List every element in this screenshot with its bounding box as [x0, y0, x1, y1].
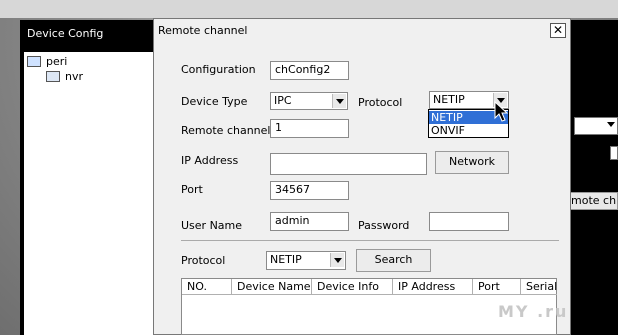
device-tree[interactable]: peri nvr	[24, 52, 154, 335]
background-top-bar	[0, 0, 618, 18]
protocol-value: NETIP	[433, 93, 465, 106]
port-label: Port	[181, 183, 203, 196]
watermark: MY .ru	[498, 302, 569, 321]
chevron-down-icon[interactable]	[332, 94, 346, 108]
column-header-device-name[interactable]: Device Name	[232, 279, 312, 295]
search-protocol-label: Protocol	[181, 254, 226, 267]
ip-address-label: IP Address	[181, 154, 239, 167]
parent-dropdown[interactable]	[574, 117, 618, 135]
chevron-down-icon[interactable]	[330, 253, 344, 267]
column-header-serial-id[interactable]: Serial ID	[521, 279, 557, 295]
device-type-label: Device Type	[181, 95, 248, 108]
column-header-no[interactable]: NO.	[182, 279, 232, 295]
ip-address-input[interactable]	[270, 153, 427, 175]
device-type-value: IPC	[274, 94, 292, 107]
search-protocol-select[interactable]: NETIP	[266, 251, 346, 270]
parent-checkbox[interactable]	[610, 146, 618, 160]
network-device-icon	[46, 71, 60, 82]
password-input[interactable]	[429, 212, 509, 231]
network-button[interactable]: Network	[435, 151, 509, 174]
port-input[interactable]: 34567	[270, 181, 349, 200]
device-config-title: Device Config	[27, 27, 104, 40]
close-icon[interactable]: ✕	[550, 23, 566, 38]
remote-channel-column-header: mote ch...	[568, 192, 618, 210]
tree-item-peri[interactable]: peri	[46, 55, 67, 69]
configuration-input[interactable]: chConfig2	[270, 61, 349, 80]
dialog-title: Remote channel	[154, 19, 570, 43]
device-type-select[interactable]: IPC	[270, 92, 348, 110]
protocol-option-onvif[interactable]: ONVIF	[429, 124, 508, 137]
password-label: Password	[358, 219, 410, 232]
protocol-label: Protocol	[358, 96, 403, 109]
remote-channel-label: Remote channel	[181, 124, 271, 137]
column-header-ip-address[interactable]: IP Address	[393, 279, 473, 295]
column-header-device-info[interactable]: Device Info	[312, 279, 393, 295]
chevron-down-icon	[607, 122, 615, 127]
user-name-input[interactable]: admin	[270, 212, 349, 231]
remote-channel-input[interactable]: 1	[270, 119, 349, 138]
configuration-label: Configuration	[181, 63, 256, 76]
divider	[181, 240, 559, 241]
tree-item-nvr[interactable]: nvr	[65, 70, 83, 84]
mouse-cursor-icon	[494, 101, 508, 122]
search-button[interactable]: Search	[356, 249, 431, 272]
user-name-label: User Name	[181, 219, 243, 232]
device-group-icon	[27, 56, 41, 67]
search-protocol-value: NETIP	[270, 253, 302, 266]
column-header-port[interactable]: Port	[473, 279, 521, 295]
